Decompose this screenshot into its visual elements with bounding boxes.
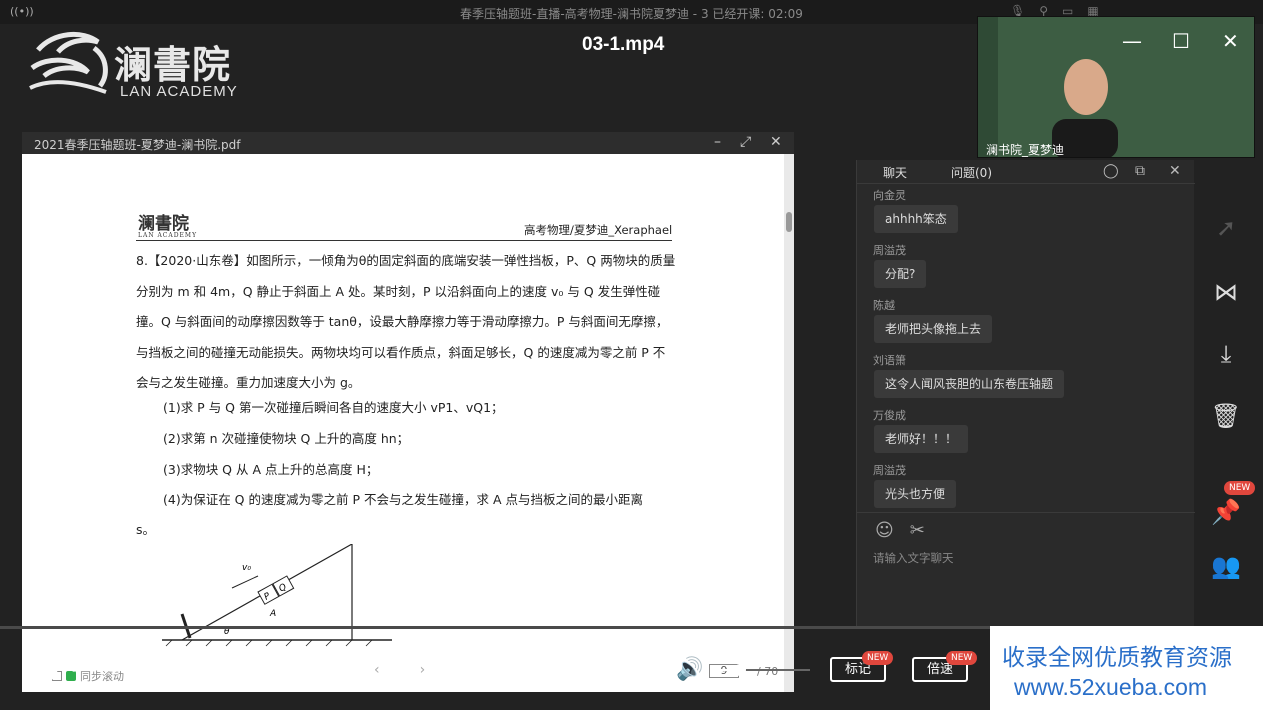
previous-icon[interactable]: ⏮ bbox=[72, 655, 92, 680]
live-signal-icon: ((•)) bbox=[10, 5, 34, 18]
webcam-window: 澜书院_夏梦迪 — ☐ ✕ bbox=[977, 16, 1255, 158]
window-title: 春季压轴题班-直播-高考物理-澜书院夏梦迪 - 3 已经开课: 02:09 bbox=[460, 7, 803, 21]
chat-input[interactable]: 请输入文字聊天 bbox=[873, 550, 954, 566]
pdf-title-bar: 2021春季压轴题班-夏梦迪-澜书院.pdf – ⤢ ✕ bbox=[22, 132, 794, 154]
logo-chinese: 澜書院 bbox=[114, 42, 232, 87]
download-icon[interactable]: ⤓ bbox=[1195, 340, 1257, 368]
pdf-page: 澜書院 LAN ACADEMY 高考物理/夏梦迪_Xeraphael 8.【20… bbox=[22, 154, 784, 692]
question-4: (4)为保证在 Q 的速度减为零之前 P 不会与之发生碰撞，求 A 点与挡板之间… bbox=[163, 492, 643, 507]
problem-text: 8.【2020·山东卷】如图所示，一倾角为θ的固定斜面的底端安装一弹性挡板，P、… bbox=[136, 253, 676, 390]
message-author: 周溢茂 bbox=[873, 244, 906, 257]
chat-close-icon[interactable]: ✕ bbox=[1169, 163, 1181, 179]
doc-logo: 澜書院 LAN ACADEMY bbox=[138, 209, 197, 239]
trash-icon[interactable]: 🗑 bbox=[1195, 402, 1257, 430]
minimize-icon[interactable]: – bbox=[714, 134, 721, 150]
question-1: (1)求 P 与 Q 第一次碰撞后瞬间各自的速度大小 vP1、vQ1； bbox=[163, 400, 504, 415]
message-bubble: 老师好！！！ bbox=[874, 425, 969, 453]
question-3: (3)求物块 Q 从 A 点上升的总高度 H； bbox=[163, 462, 379, 477]
popout-icon[interactable]: ⧉ bbox=[1135, 163, 1145, 179]
tab-chat[interactable]: 聊天 bbox=[883, 164, 907, 181]
users-icon[interactable]: 👥 bbox=[1195, 552, 1257, 580]
time-display: 00:00:00 / 02:00:01 bbox=[152, 663, 265, 678]
share-icon[interactable]: ⋈ bbox=[1195, 278, 1257, 306]
doc-header: 高考物理/夏梦迪_Xeraphael bbox=[524, 223, 673, 237]
chat-tabs: 聊天 问题(0) ◯ ⧉ ✕ bbox=[857, 160, 1195, 184]
expand-icon[interactable]: ⤢ bbox=[740, 134, 751, 150]
speed-new-badge: NEW bbox=[946, 651, 978, 665]
volume-slider[interactable] bbox=[710, 669, 810, 671]
message-author: 陈越 bbox=[873, 299, 895, 312]
pdf-viewer: 2021春季压轴题班-夏梦迪-澜书院.pdf – ⤢ ✕ 澜書院 LAN ACA… bbox=[22, 132, 794, 692]
volume-icon[interactable]: 🔊 bbox=[676, 657, 703, 682]
watermark-url: www.52xueba.com bbox=[1014, 674, 1208, 700]
doc-logo-sub: LAN ACADEMY bbox=[138, 232, 198, 239]
close-icon[interactable]: ✕ bbox=[770, 134, 782, 150]
mark-new-badge: NEW bbox=[862, 651, 894, 665]
chat-divider bbox=[857, 512, 1195, 513]
message-bubble: 这令人闻风丧胆的山东卷压轴题 bbox=[874, 370, 1065, 398]
message-bubble: 光头也方便 bbox=[874, 480, 957, 508]
watermark-banner: 收录全网优质教育资源 www.52xueba.com bbox=[990, 626, 1263, 710]
pointer-icon[interactable]: ➚ bbox=[1195, 214, 1257, 242]
tab-questions[interactable]: 问题(0) bbox=[951, 164, 992, 181]
video-player-app: ((•)) 春季压轴题班-直播-高考物理-澜书院夏梦迪 - 3 已经开课: 02… bbox=[0, 0, 1263, 710]
message-bubble: ahhhh笨态 bbox=[874, 205, 958, 233]
watermark-slogan: 收录全网优质教育资源 bbox=[1002, 645, 1232, 671]
v0-label: v₀ bbox=[242, 563, 251, 573]
emoji-icon[interactable]: ☺ bbox=[875, 520, 894, 541]
question-2: (2)求第 n 次碰撞使物块 Q 上升的高度 hn； bbox=[163, 431, 410, 446]
chat-tools: ☺ ✂ bbox=[875, 520, 925, 541]
message-bubble: 分配? bbox=[874, 260, 927, 288]
pdf-scroll-thumb[interactable] bbox=[786, 212, 792, 232]
volume-knob[interactable] bbox=[734, 664, 746, 676]
a-label: A bbox=[269, 609, 276, 619]
video-title: 03-1.mp4 bbox=[582, 34, 665, 55]
header-rule bbox=[136, 240, 672, 241]
scissors-icon[interactable]: ✂ bbox=[910, 520, 925, 541]
message-author: 向金灵 bbox=[873, 189, 906, 202]
logo-english: LAN ACADEMY bbox=[120, 83, 238, 100]
chat-panel: 聊天 问题(0) ◯ ⧉ ✕ 向金灵 ahhhh笨态 周溢茂 分配? 陈越 老师… bbox=[856, 160, 1195, 628]
player-controls: ❚❚ ⏮ ⏭ 00:00:00 / 02:00:01 🔊 标记 NEW 倍速 N… bbox=[0, 629, 990, 710]
question-4-tail: s。 bbox=[136, 522, 156, 537]
pause-icon[interactable]: ❚❚ bbox=[26, 655, 63, 680]
cam-minimize-icon[interactable]: — bbox=[1122, 29, 1142, 53]
comment-icon[interactable]: ◯ bbox=[1103, 163, 1119, 179]
message-author: 万俊成 bbox=[873, 409, 906, 422]
wave-logo-icon bbox=[29, 31, 108, 94]
pdf-scrollbar[interactable] bbox=[784, 154, 794, 692]
cam-close-icon[interactable]: ✕ bbox=[1222, 29, 1239, 53]
pin-icon[interactable]: 📌 bbox=[1195, 498, 1257, 526]
cam-maximize-icon[interactable]: ☐ bbox=[1172, 29, 1190, 53]
new-badge: NEW bbox=[1224, 481, 1256, 495]
academy-logo: 澜書院 LAN ACADEMY bbox=[28, 28, 258, 103]
message-bubble: 老师把头像拖上去 bbox=[874, 315, 993, 343]
pdf-filename: 2021春季压轴题班-夏梦迪-澜书院.pdf bbox=[34, 138, 241, 152]
message-author: 周溢茂 bbox=[873, 464, 906, 477]
teacher-name: 澜书院_夏梦迪 bbox=[986, 143, 1065, 157]
message-author: 刘语箫 bbox=[873, 354, 906, 367]
doc-logo-text: 澜書院 bbox=[138, 214, 189, 234]
next-icon[interactable]: ⏭ bbox=[104, 655, 124, 680]
